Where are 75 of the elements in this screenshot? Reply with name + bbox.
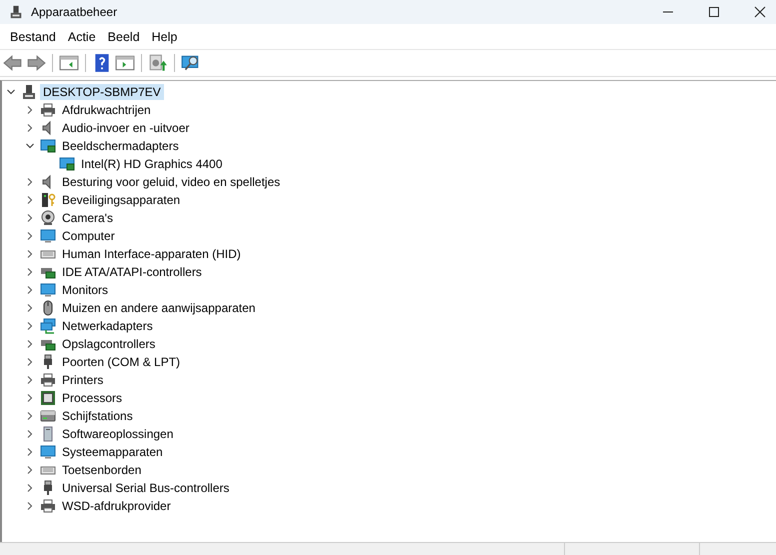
tree-item[interactable]: Universal Serial Bus-controllers xyxy=(59,480,232,496)
expand-chevron-icon[interactable] xyxy=(25,231,35,241)
printer-icon xyxy=(40,102,56,118)
forward-arrow-icon[interactable] xyxy=(26,54,46,72)
network-icon xyxy=(40,318,56,334)
panel-icon[interactable] xyxy=(115,54,135,72)
app-icon xyxy=(9,5,23,19)
expand-chevron-icon[interactable] xyxy=(25,303,35,313)
expand-chevron-icon[interactable] xyxy=(25,411,35,421)
expand-chevron-icon[interactable] xyxy=(25,465,35,475)
expand-chevron-icon[interactable] xyxy=(25,321,35,331)
tree-item[interactable]: Beveiligingsapparaten xyxy=(59,192,184,208)
monitor-icon xyxy=(40,444,56,460)
expand-chevron-icon[interactable] xyxy=(25,195,35,205)
security-key-icon xyxy=(40,192,56,208)
printer-icon xyxy=(40,498,56,514)
tree-item[interactable]: Netwerkadapters xyxy=(59,318,156,334)
tree-item[interactable]: Camera's xyxy=(59,210,116,226)
collapse-chevron-icon[interactable] xyxy=(6,87,16,97)
tree-item[interactable]: Opslagcontrollers xyxy=(59,336,158,352)
expand-chevron-icon[interactable] xyxy=(25,393,35,403)
monitor-icon xyxy=(40,228,56,244)
maximize-icon[interactable] xyxy=(708,6,720,18)
expand-chevron-icon[interactable] xyxy=(25,339,35,349)
tree-item[interactable]: WSD-afdrukprovider xyxy=(59,498,174,514)
printer-icon xyxy=(40,372,56,388)
back-arrow-icon[interactable] xyxy=(3,54,23,72)
tree-item[interactable]: IDE ATA/ATAPI-controllers xyxy=(59,264,205,280)
display-card-icon xyxy=(40,138,56,154)
panel-icon[interactable] xyxy=(59,54,79,72)
tree-item[interactable]: Poorten (COM & LPT) xyxy=(59,354,184,370)
expand-chevron-icon[interactable] xyxy=(25,483,35,493)
tree-item[interactable]: Systeemapparaten xyxy=(59,444,166,460)
expand-chevron-icon[interactable] xyxy=(25,267,35,277)
expand-chevron-icon[interactable] xyxy=(25,123,35,133)
tree-item[interactable]: Processors xyxy=(59,390,126,406)
tree-item[interactable]: Intel(R) HD Graphics 4400 xyxy=(78,156,226,172)
expand-chevron-icon[interactable] xyxy=(25,375,35,385)
scan-monitor-icon[interactable] xyxy=(181,54,201,72)
display-card-icon xyxy=(59,156,75,172)
menu-item[interactable]: Beeld xyxy=(102,30,146,44)
processor-icon xyxy=(40,390,56,406)
tree-item[interactable]: Monitors xyxy=(59,282,112,298)
webcam-icon xyxy=(40,210,56,226)
expand-chevron-icon[interactable] xyxy=(25,285,35,295)
tree-item[interactable]: Afdrukwachtrijen xyxy=(59,102,154,118)
menu-item[interactable]: Actie xyxy=(62,30,102,44)
close-icon[interactable] xyxy=(754,6,766,18)
tree-item[interactable]: Softwareoplossingen xyxy=(59,426,176,442)
collapse-chevron-icon[interactable] xyxy=(25,141,35,151)
tree-item[interactable]: Muizen en andere aanwijsapparaten xyxy=(59,300,258,316)
expand-chevron-icon[interactable] xyxy=(25,249,35,259)
window-title: Apparaatbeheer xyxy=(31,5,118,19)
expand-chevron-icon[interactable] xyxy=(25,429,35,439)
tree-item[interactable]: Beeldschermadapters xyxy=(59,138,182,154)
expand-chevron-icon[interactable] xyxy=(25,447,35,457)
expand-chevron-icon[interactable] xyxy=(25,213,35,223)
tree-item[interactable]: Toetsenborden xyxy=(59,462,144,478)
tree-item[interactable]: Audio-invoer en -uitvoer xyxy=(59,120,192,136)
monitor-icon xyxy=(40,282,56,298)
expand-chevron-icon[interactable] xyxy=(25,177,35,187)
computer-icon xyxy=(21,84,37,100)
tree-item[interactable]: Human Interface-apparaten (HID) xyxy=(59,246,244,262)
expand-chevron-icon[interactable] xyxy=(25,357,35,367)
drive-icon xyxy=(40,408,56,424)
tree-item[interactable]: Printers xyxy=(59,372,106,388)
tree-item[interactable]: DESKTOP-SBMP7EV xyxy=(40,84,164,100)
expand-chevron-icon[interactable] xyxy=(25,105,35,115)
tree-item[interactable]: Besturing voor geluid, video en spelletjes xyxy=(59,174,284,190)
menu-item[interactable]: Bestand xyxy=(4,30,62,44)
tree-item[interactable]: Schijfstations xyxy=(59,408,136,424)
update-driver-icon[interactable] xyxy=(148,54,168,72)
expand-chevron-icon[interactable] xyxy=(25,501,35,511)
tree-item[interactable]: Computer xyxy=(59,228,118,244)
menu-item[interactable]: Help xyxy=(146,30,184,44)
